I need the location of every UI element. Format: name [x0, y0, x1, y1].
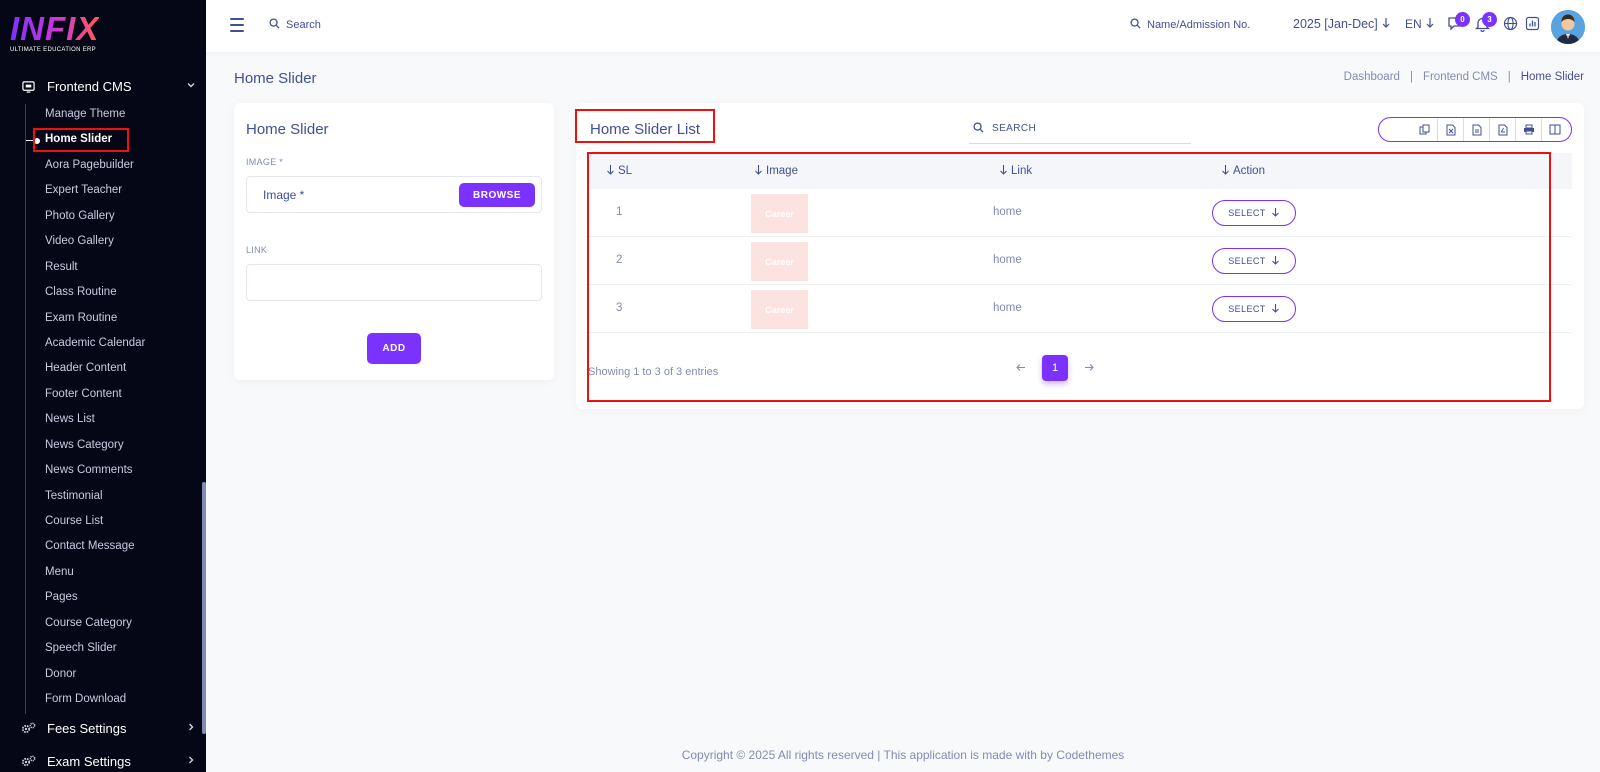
sidebar-item-course-list[interactable]: Course List — [45, 509, 145, 534]
hamburger-menu-icon[interactable] — [230, 18, 244, 32]
sidebar-item-exam-routine[interactable]: Exam Routine — [45, 306, 145, 331]
sidebar-item-menu[interactable]: Menu — [45, 560, 145, 585]
submenu-line — [25, 104, 26, 714]
sidebar-item-footer-content[interactable]: Footer Content — [45, 382, 145, 407]
language-value: EN — [1405, 17, 1422, 31]
image-label: IMAGE * — [246, 157, 284, 167]
sidebar-item-testimonial[interactable]: Testimonial — [45, 484, 145, 509]
breadcrumb-dashboard[interactable]: Dashboard — [1344, 71, 1400, 83]
topbar: Search Name/Admission No. 2025 [Jan-Dec]… — [206, 0, 1600, 52]
highlight-box-list-table — [587, 152, 1551, 402]
sidebar-item-course-category[interactable]: Course Category — [45, 611, 145, 636]
breadcrumb-current: Home Slider — [1520, 71, 1584, 83]
chevron-down-icon — [186, 80, 196, 93]
globe-icon — [1503, 16, 1518, 36]
sidebar-item-form-download[interactable]: Form Download — [45, 687, 145, 712]
sidebar-item-aora-pagebuilder[interactable]: Aora Pagebuilder — [45, 153, 145, 178]
sidebar: INFIX ULTIMATE EDUCATION ERP Frontend CM… — [0, 0, 206, 772]
image-placeholder: Image * — [263, 188, 305, 202]
frontend-cms-submenu: Manage Theme Home Slider Aora Pagebuilde… — [45, 102, 145, 713]
link-label: LINK — [246, 245, 268, 255]
breadcrumb: Dashboard | Frontend CMS | Home Slider — [1344, 71, 1584, 83]
logo-tagline: ULTIMATE EDUCATION ERP — [10, 47, 96, 53]
sidebar-item-class-routine[interactable]: Class Routine — [45, 280, 145, 305]
sidebar-item-video-gallery[interactable]: Video Gallery — [45, 229, 145, 254]
search-icon — [269, 18, 280, 32]
sidebar-item-academic-calendar[interactable]: Academic Calendar — [45, 331, 145, 356]
search-icon — [1130, 18, 1141, 32]
messages-button[interactable]: 0 — [1446, 12, 1470, 35]
csv-icon[interactable] — [1463, 118, 1489, 141]
highlight-box-list-title — [575, 109, 715, 143]
logo[interactable]: INFIX ULTIMATE EDUCATION ERP — [10, 10, 100, 54]
search-icon — [973, 121, 984, 136]
arrow-down-icon — [1381, 17, 1391, 31]
copy-icon[interactable] — [1411, 118, 1437, 141]
breadcrumb-separator: | — [1507, 71, 1511, 83]
add-slider-card: Home Slider IMAGE * Image * BROWSE LINK … — [234, 103, 554, 380]
chevron-right-icon — [186, 722, 196, 735]
table-search-placeholder: SEARCH — [992, 123, 1037, 134]
chevron-right-icon — [186, 755, 196, 768]
add-button[interactable]: ADD — [367, 333, 421, 364]
sidebar-item-expert-teacher[interactable]: Expert Teacher — [45, 178, 145, 203]
sidebar-item-contact-message[interactable]: Contact Message — [45, 534, 145, 559]
sidebar-group-label: Frontend CMS — [47, 78, 132, 94]
session-select[interactable]: 2025 [Jan-Dec] — [1293, 17, 1391, 31]
notifications-badge: 3 — [1482, 12, 1497, 27]
chart-icon — [1525, 16, 1540, 36]
excel-icon[interactable] — [1437, 118, 1463, 141]
messages-badge: 0 — [1455, 12, 1470, 27]
page-title: Home Slider — [234, 70, 317, 87]
sidebar-group-label: Exam Settings — [47, 753, 131, 769]
sidebar-item-news-list[interactable]: News List — [45, 407, 145, 432]
sidebar-item-result[interactable]: Result — [45, 255, 145, 280]
session-value: 2025 [Jan-Dec] — [1293, 17, 1378, 31]
language-select[interactable]: EN — [1405, 17, 1435, 31]
cms-icon — [20, 78, 36, 94]
gears-icon — [20, 753, 36, 769]
student-search-placeholder: Name/Admission No. — [1147, 19, 1251, 31]
global-search[interactable]: Search — [269, 18, 321, 32]
print-icon[interactable] — [1515, 118, 1541, 141]
gears-icon — [20, 720, 36, 736]
form-title: Home Slider — [246, 121, 329, 138]
breadcrumb-frontend-cms[interactable]: Frontend CMS — [1423, 71, 1498, 83]
student-search[interactable]: Name/Admission No. — [1130, 18, 1250, 32]
footer-copyright: Copyright © 2025 All rights reserved | T… — [681, 748, 1125, 762]
arrow-down-icon — [1425, 17, 1435, 31]
active-connector — [26, 140, 33, 141]
table-search-input[interactable]: SEARCH — [969, 114, 1191, 144]
link-input[interactable] — [246, 264, 542, 301]
sidebar-group-label: Fees Settings — [47, 720, 127, 736]
pdf-icon[interactable] — [1489, 118, 1515, 141]
highlight-box-sidebar-home-slider — [33, 128, 129, 152]
global-search-placeholder: Search — [286, 19, 321, 31]
website-button[interactable] — [1501, 16, 1519, 36]
reports-button[interactable] — [1523, 16, 1541, 36]
export-buttons — [1378, 117, 1572, 142]
sidebar-group-frontend-cms[interactable]: Frontend CMS — [20, 78, 196, 94]
sidebar-item-pages[interactable]: Pages — [45, 585, 145, 610]
sidebar-item-donor[interactable]: Donor — [45, 662, 145, 687]
columns-icon[interactable] — [1541, 118, 1567, 141]
image-file-input[interactable]: Image * BROWSE — [246, 176, 542, 213]
sidebar-item-photo-gallery[interactable]: Photo Gallery — [45, 204, 145, 229]
sidebar-item-news-category[interactable]: News Category — [45, 433, 145, 458]
sidebar-group-fees-settings[interactable]: Fees Settings — [20, 720, 196, 736]
sidebar-item-news-comments[interactable]: News Comments — [45, 458, 145, 483]
logo-text: INFIX — [10, 10, 100, 47]
notifications-button[interactable]: 3 — [1473, 12, 1497, 35]
avatar[interactable] — [1551, 10, 1585, 44]
browse-button[interactable]: BROWSE — [459, 183, 535, 207]
breadcrumb-separator: | — [1409, 71, 1413, 83]
sidebar-item-manage-theme[interactable]: Manage Theme — [45, 102, 145, 127]
sidebar-scrollbar[interactable] — [202, 482, 206, 734]
sidebar-item-header-content[interactable]: Header Content — [45, 356, 145, 381]
sidebar-group-exam-settings[interactable]: Exam Settings — [20, 753, 196, 769]
sidebar-item-speech-slider[interactable]: Speech Slider — [45, 636, 145, 661]
